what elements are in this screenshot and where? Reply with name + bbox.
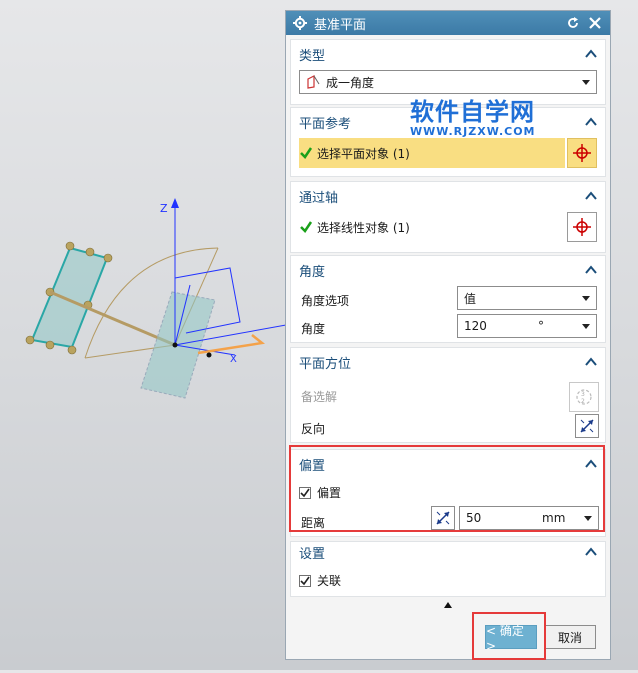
reverse-label: 反向	[301, 422, 326, 436]
svg-text:2: 2	[581, 398, 585, 405]
checkmark-icon	[300, 576, 310, 585]
section-header-offset[interactable]: 偏置	[291, 450, 605, 478]
distance-label: 距离	[301, 516, 326, 530]
section-angle: 角度 角度选项 值 角度 120 °	[290, 255, 606, 343]
triangle-up-icon	[444, 602, 452, 608]
chevron-down-icon	[582, 80, 590, 85]
svg-text:3: 3	[581, 391, 585, 398]
distance-unit: mm	[542, 511, 566, 525]
section-header-type[interactable]: 类型	[291, 40, 605, 68]
expand-up-icon[interactable]	[585, 265, 597, 275]
offset-checkbox[interactable]	[299, 486, 311, 499]
offset-indicator	[197, 334, 265, 355]
chevron-down-icon	[584, 516, 592, 521]
expand-up-icon[interactable]	[585, 191, 597, 201]
reset-icon[interactable]	[564, 14, 582, 32]
section-settings: 设置 关联	[290, 541, 606, 597]
angle-value-field[interactable]: 120 °	[457, 314, 597, 338]
alternate-solution-button[interactable]: 32	[569, 382, 599, 412]
section-through-axis: 通过轴 选择线性对象 (1)	[290, 181, 606, 253]
offset-reverse-button[interactable]	[431, 506, 455, 530]
angle-option-label: 角度选项	[301, 294, 350, 308]
expand-up-icon[interactable]	[585, 459, 597, 469]
alternate-solution-icon: 32	[576, 389, 592, 405]
plane-pick-button[interactable]	[567, 138, 597, 168]
offset-checkbox-row[interactable]: 偏置	[299, 484, 597, 501]
green-check-icon	[300, 147, 313, 159]
crosshair-icon	[573, 144, 591, 162]
checkmark-icon	[300, 488, 310, 497]
distance-value-field[interactable]: 50 mm	[459, 506, 599, 530]
z-axis-label: Z	[160, 202, 168, 215]
expand-up-icon[interactable]	[585, 357, 597, 367]
axis-pick-button[interactable]	[567, 212, 597, 242]
model-sketch: Z X	[25, 198, 287, 399]
watermark: 软件自学网 WWW.RJZXW.COM	[410, 98, 536, 138]
alternate-solution-label: 备选解	[301, 390, 338, 404]
reverse-direction-button[interactable]	[575, 414, 599, 438]
dialog-collapse-toggle[interactable]	[290, 601, 606, 613]
gear-icon	[292, 15, 308, 31]
dialog-titlebar: 基准平面	[286, 11, 610, 35]
reverse-direction-icon	[580, 419, 594, 433]
angle-label: 角度	[301, 322, 326, 336]
section-header-settings[interactable]: 设置	[291, 542, 605, 562]
angle-unit: °	[538, 319, 544, 333]
section-header-through-axis[interactable]: 通过轴	[291, 182, 605, 210]
expand-up-icon[interactable]	[585, 117, 597, 127]
section-header-plane-orientation[interactable]: 平面方位	[291, 348, 605, 376]
angle-option-dropdown[interactable]: 值	[457, 286, 597, 310]
reference-plane	[30, 246, 109, 349]
associative-checkbox[interactable]	[299, 574, 311, 587]
dialog-title: 基准平面	[314, 17, 367, 33]
select-plane-object[interactable]: 选择平面对象 (1)	[299, 138, 565, 168]
section-offset: 偏置 偏置 距离 50 mm	[290, 449, 606, 537]
section-plane-orientation: 平面方位 备选解 32 反向	[290, 347, 606, 443]
reverse-direction-icon	[436, 511, 450, 525]
expand-up-icon[interactable]	[585, 547, 597, 557]
chevron-down-icon	[582, 296, 590, 301]
green-check-icon	[300, 221, 313, 233]
graphics-viewport[interactable]: Z X	[0, 0, 287, 670]
svg-text:X: X	[230, 354, 237, 365]
cancel-button[interactable]: 取消	[544, 625, 596, 649]
chevron-down-icon	[582, 324, 590, 329]
angle-plane-icon	[307, 75, 320, 89]
associative-checkbox-row[interactable]: 关联	[299, 572, 597, 589]
distance-value[interactable]: 50	[466, 511, 481, 525]
close-icon[interactable]	[586, 14, 604, 32]
ok-button[interactable]: < 确定 >	[485, 624, 537, 653]
angle-value[interactable]: 120	[464, 319, 487, 333]
crosshair-icon	[573, 218, 591, 236]
select-linear-object[interactable]: 选择线性对象 (1)	[299, 212, 565, 242]
section-header-angle[interactable]: 角度	[291, 256, 605, 284]
expand-up-icon[interactable]	[585, 49, 597, 59]
type-dropdown[interactable]: 成一角度	[299, 70, 597, 94]
